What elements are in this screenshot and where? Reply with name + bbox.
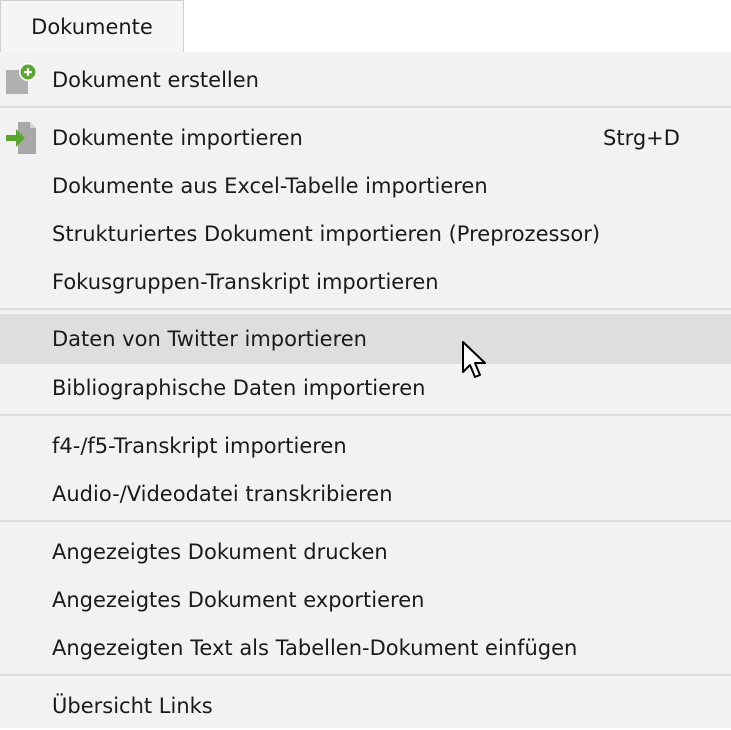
menu-item-import-bibliographic[interactable]: Bibliographische Daten importieren: [0, 364, 731, 412]
menu-separator: [0, 674, 731, 676]
menu-item-shortcut: Strg+D: [603, 126, 680, 150]
documents-dropdown-menu: Dokument erstellen Dokumente importieren…: [0, 52, 731, 728]
menu-item-label: f4-/f5-Transkript importieren: [52, 434, 347, 458]
import-document-icon: [6, 122, 38, 154]
menu-item-label: Dokumente importieren: [52, 126, 303, 150]
menu-item-label: Dokumente aus Excel-Tabelle importieren: [52, 174, 488, 198]
menu-item-label: Dokument erstellen: [52, 68, 259, 92]
menu-item-import-excel[interactable]: Dokumente aus Excel-Tabelle importieren: [0, 162, 731, 210]
menu-separator: [0, 106, 731, 108]
menu-item-import-documents[interactable]: Dokumente importieren Strg+D: [0, 114, 731, 162]
menu-item-import-twitter[interactable]: Daten von Twitter importieren: [0, 314, 731, 364]
menu-item-label: Fokusgruppen-Transkript importieren: [52, 270, 439, 294]
menu-item-insert-as-table[interactable]: Angezeigten Text als Tabellen-Dokument e…: [0, 624, 731, 672]
documents-menu-button[interactable]: Dokumente: [0, 0, 184, 52]
menu-item-label: Daten von Twitter importieren: [52, 327, 367, 351]
menu-item-transcribe-media[interactable]: Audio-/Videodatei transkribieren: [0, 470, 731, 518]
menu-separator: [0, 520, 731, 522]
menu-item-label: Bibliographische Daten importieren: [52, 376, 426, 400]
menu-item-label: Angezeigtes Dokument drucken: [52, 540, 388, 564]
menu-separator: [0, 414, 731, 416]
menu-item-links-overview[interactable]: Übersicht Links: [0, 682, 731, 730]
menu-item-label: Angezeigtes Dokument exportieren: [52, 588, 425, 612]
menu-item-export-document[interactable]: Angezeigtes Dokument exportieren: [0, 576, 731, 624]
menu-item-import-f4-transcript[interactable]: f4-/f5-Transkript importieren: [0, 422, 731, 470]
mouse-pointer-icon: [461, 340, 489, 382]
menu-separator: [0, 308, 731, 310]
menu-item-label: Strukturiertes Dokument importieren (Pre…: [52, 222, 601, 246]
menu-item-label: Audio-/Videodatei transkribieren: [52, 482, 393, 506]
menu-item-create-document[interactable]: Dokument erstellen: [0, 56, 731, 104]
menu-item-print-document[interactable]: Angezeigtes Dokument drucken: [0, 528, 731, 576]
menu-item-label: Übersicht Links: [52, 694, 213, 718]
documents-menu-title: Dokumente: [31, 14, 153, 39]
menu-item-import-structured[interactable]: Strukturiertes Dokument importieren (Pre…: [0, 210, 731, 258]
menu-item-label: Angezeigten Text als Tabellen-Dokument e…: [52, 636, 578, 660]
new-document-icon: [6, 62, 38, 94]
menu-item-import-focus-group[interactable]: Fokusgruppen-Transkript importieren: [0, 258, 731, 306]
